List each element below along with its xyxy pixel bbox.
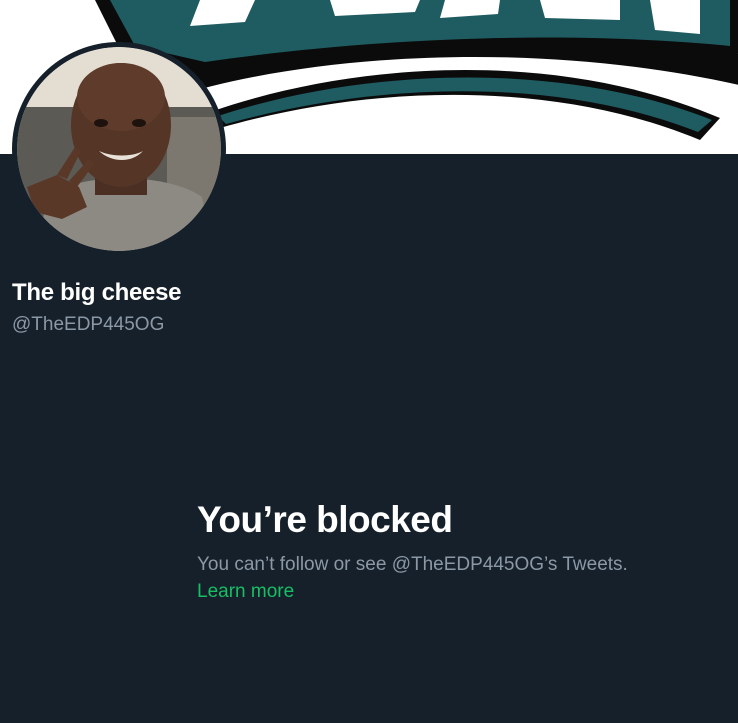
blocked-title: You’re blocked (197, 499, 453, 540)
profile-handle: @TheEDP445OG (12, 314, 165, 335)
learn-more-link[interactable]: Learn more (197, 578, 294, 605)
profile-display-name: The big cheese (12, 279, 182, 306)
profile-avatar[interactable] (12, 42, 226, 256)
blocked-description: You can’t follow or see @TheEDP445OG’s T… (197, 554, 628, 575)
blocked-message: You’re blocked You can’t follow or see @… (197, 497, 717, 605)
profile-page: The big cheese @TheEDP445OG You’re block… (0, 0, 738, 723)
avatar-photo-image (17, 47, 221, 251)
